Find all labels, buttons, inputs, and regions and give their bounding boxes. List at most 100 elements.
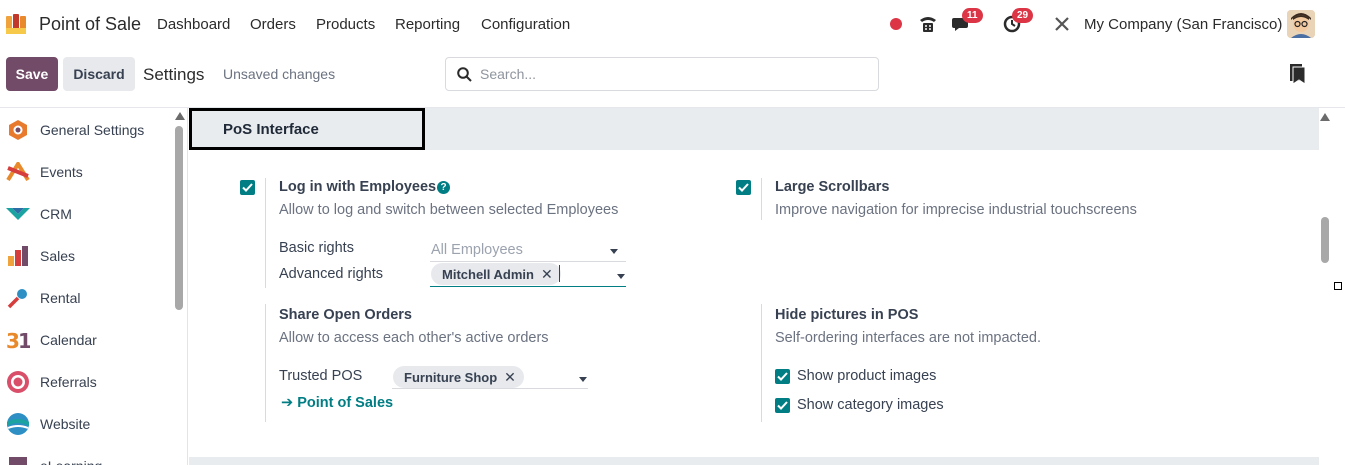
sidebar-item-label: Sales	[40, 248, 76, 264]
hide-pictures-title: Hide pictures in POS	[775, 307, 919, 323]
tag-label: Mitchell Admin	[442, 266, 534, 282]
remove-tag-icon[interactable]: ✕	[541, 266, 553, 283]
top-navbar: Point of Sale Dashboard Orders Products …	[0, 0, 1345, 49]
sidebar-item-calendar[interactable]: 31 Calendar	[6, 325, 97, 355]
elearning-icon	[6, 454, 30, 465]
sidebar-item-label: Referrals	[40, 374, 97, 390]
main-scroll-up-icon[interactable]	[1320, 113, 1330, 121]
next-section-band	[189, 457, 1319, 465]
show-product-images-checkbox[interactable]	[775, 369, 790, 384]
show-category-images-checkbox[interactable]	[775, 398, 790, 413]
sidebar-item-rental[interactable]: Rental	[6, 283, 80, 313]
sidebar-item-events[interactable]: Events	[6, 157, 83, 187]
login-employees-title: Log in with Employees	[279, 179, 437, 195]
sidebar-item-elearning[interactable]: eLearning	[6, 451, 102, 465]
login-employees-checkbox[interactable]	[240, 180, 255, 195]
user-avatar[interactable]	[1287, 10, 1315, 38]
pos-app-logo-icon[interactable]	[6, 14, 30, 34]
sidebar-item-label: General Settings	[40, 122, 145, 138]
advanced-rights-label: Advanced rights	[279, 266, 383, 282]
setting-divider	[265, 178, 266, 288]
chat-icon[interactable]: 11	[950, 8, 983, 36]
basic-rights-placeholder: All Employees	[431, 242, 523, 258]
menu-configuration[interactable]: Configuration	[481, 16, 570, 33]
bookmark-icon[interactable]	[1289, 64, 1306, 89]
sidebar-scroll-up-icon[interactable]	[175, 112, 185, 120]
sidebar-item-label: eLearning	[40, 458, 102, 465]
checkmark-icon	[777, 372, 788, 381]
general-settings-icon	[6, 118, 30, 142]
advanced-rights-dropdown-icon[interactable]	[617, 274, 625, 279]
resize-handle[interactable]	[1334, 282, 1342, 290]
help-icon[interactable]: ?	[437, 181, 450, 194]
hide-pictures-desc: Self-ordering interfaces are not impacte…	[775, 330, 1041, 346]
sidebar-item-sales[interactable]: Sales	[6, 241, 75, 271]
menu-orders[interactable]: Orders	[250, 16, 296, 33]
large-scrollbars-desc: Improve navigation for imprecise industr…	[775, 202, 1137, 218]
setting-divider	[761, 178, 762, 220]
search-icon	[457, 66, 472, 82]
trusted-pos-dropdown-icon[interactable]	[579, 377, 587, 382]
main-scrollbar[interactable]	[1321, 217, 1329, 263]
breadcrumb: Settings	[143, 65, 205, 84]
tools-icon[interactable]	[1050, 12, 1074, 36]
rental-key-icon	[6, 286, 30, 310]
website-icon	[6, 412, 30, 436]
sales-icon	[6, 244, 30, 268]
calendar-icon: 31	[6, 328, 30, 352]
sidebar-item-label: Calendar	[40, 332, 97, 348]
show-category-images-label[interactable]: Show category images	[797, 397, 944, 413]
basic-rights-label: Basic rights	[279, 240, 354, 256]
activity-clock-icon[interactable]: 29	[1000, 8, 1034, 36]
company-switcher[interactable]: My Company (San Francisco)	[1084, 16, 1282, 33]
events-icon	[6, 160, 30, 184]
sidebar-item-crm[interactable]: CRM	[6, 199, 72, 229]
sidebar-item-label: Rental	[40, 290, 81, 306]
checkmark-icon	[777, 401, 788, 410]
activity-badge: 29	[1012, 8, 1034, 23]
menu-products[interactable]: Products	[316, 16, 375, 33]
share-open-orders-desc: Allow to access each other's active orde…	[279, 330, 549, 346]
sidebar-scrollbar[interactable]	[175, 126, 183, 310]
large-scrollbars-title: Large Scrollbars	[775, 179, 890, 195]
section-title: PoS Interface	[223, 121, 319, 138]
unsaved-changes-indicator: Unsaved changes	[223, 66, 336, 82]
save-button[interactable]: Save	[6, 57, 58, 91]
share-open-orders-title: Share Open Orders	[279, 307, 412, 323]
arrow-right-icon: ➔	[281, 395, 294, 411]
trusted-pos-label: Trusted POS	[279, 368, 363, 384]
menu-dashboard[interactable]: Dashboard	[157, 16, 230, 33]
trusted-pos-tag: Furniture Shop ✕	[393, 366, 524, 388]
discard-button[interactable]: Discard	[63, 57, 135, 91]
phone-icon[interactable]	[916, 12, 940, 36]
referrals-icon	[6, 370, 30, 394]
sidebar-item-label: Events	[40, 164, 83, 180]
link-label: Point of Sales	[297, 395, 394, 411]
setting-divider	[761, 304, 762, 422]
basic-rights-dropdown-icon[interactable]	[610, 249, 618, 254]
remove-tag-icon[interactable]: ✕	[504, 369, 516, 386]
login-employees-desc: Allow to log and switch between selected…	[279, 202, 619, 218]
advanced-rights-tag: Mitchell Admin ✕	[431, 263, 561, 285]
settings-sidebar: General Settings Events CRM Sales Rental…	[0, 108, 188, 465]
record-indicator-icon[interactable]	[884, 12, 908, 36]
crm-icon	[6, 202, 30, 226]
app-name[interactable]: Point of Sale	[39, 14, 141, 35]
tag-label: Furniture Shop	[404, 369, 498, 385]
search-input[interactable]	[480, 66, 860, 82]
point-of-sales-link[interactable]: ➔ Point of Sales	[281, 395, 393, 411]
sidebar-item-label: CRM	[40, 206, 72, 222]
setting-divider	[265, 304, 266, 422]
show-product-images-label[interactable]: Show product images	[797, 368, 936, 384]
checkmark-icon	[242, 183, 253, 192]
sidebar-item-label: Website	[40, 416, 91, 432]
menu-reporting[interactable]: Reporting	[395, 16, 460, 33]
chat-badge: 11	[962, 8, 983, 23]
sidebar-item-general-settings[interactable]: General Settings	[6, 115, 144, 145]
checkmark-icon	[738, 183, 749, 192]
large-scrollbars-checkbox[interactable]	[736, 180, 751, 195]
sidebar-item-website[interactable]: Website	[6, 409, 90, 439]
text-cursor	[559, 265, 560, 282]
svg-text:1: 1	[18, 329, 30, 351]
sidebar-item-referrals[interactable]: Referrals	[6, 367, 97, 397]
